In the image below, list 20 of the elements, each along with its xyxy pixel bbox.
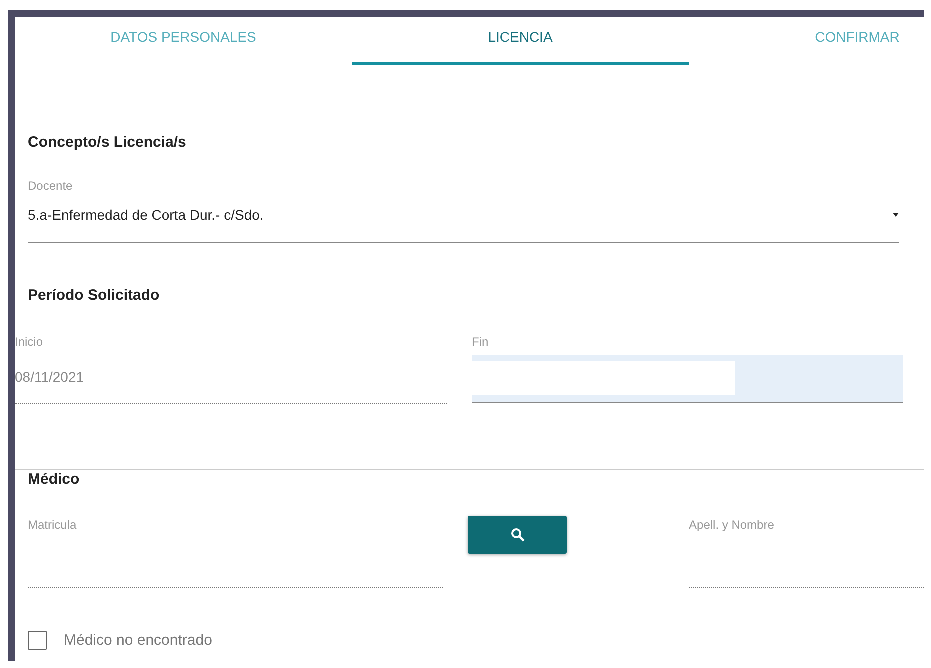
caret-icon xyxy=(893,213,899,217)
field-label: Fin xyxy=(472,334,489,350)
search-button[interactable] xyxy=(468,516,568,554)
field-label: Matricula xyxy=(28,517,77,533)
checkbox-label: Médico no encontrado xyxy=(64,632,212,649)
search-icon xyxy=(510,528,525,542)
tab[interactable]: CONFIRMAR xyxy=(689,17,924,65)
tab[interactable]: DATOS PERSONALES xyxy=(15,17,352,65)
input-field[interactable]: Matricula xyxy=(28,517,444,588)
field-label: Apell. y Nombre xyxy=(689,517,774,533)
tab[interactable]: LICENCIA xyxy=(352,17,689,65)
field-label: Docente xyxy=(28,178,73,194)
section-heading: Período Solicitado xyxy=(28,286,160,306)
field-label: Inicio xyxy=(15,334,44,350)
section-heading: Concepto/s Licencia/s xyxy=(28,133,186,153)
date-field[interactable] xyxy=(472,355,903,403)
input-field[interactable]: Apell. y Nombre xyxy=(689,517,924,588)
section-heading: Médico xyxy=(28,470,80,490)
dropdown[interactable]: 5.a-Enfermedad de Corta Dur.- c/Sdo. xyxy=(28,194,899,243)
checkbox[interactable] xyxy=(28,631,47,650)
